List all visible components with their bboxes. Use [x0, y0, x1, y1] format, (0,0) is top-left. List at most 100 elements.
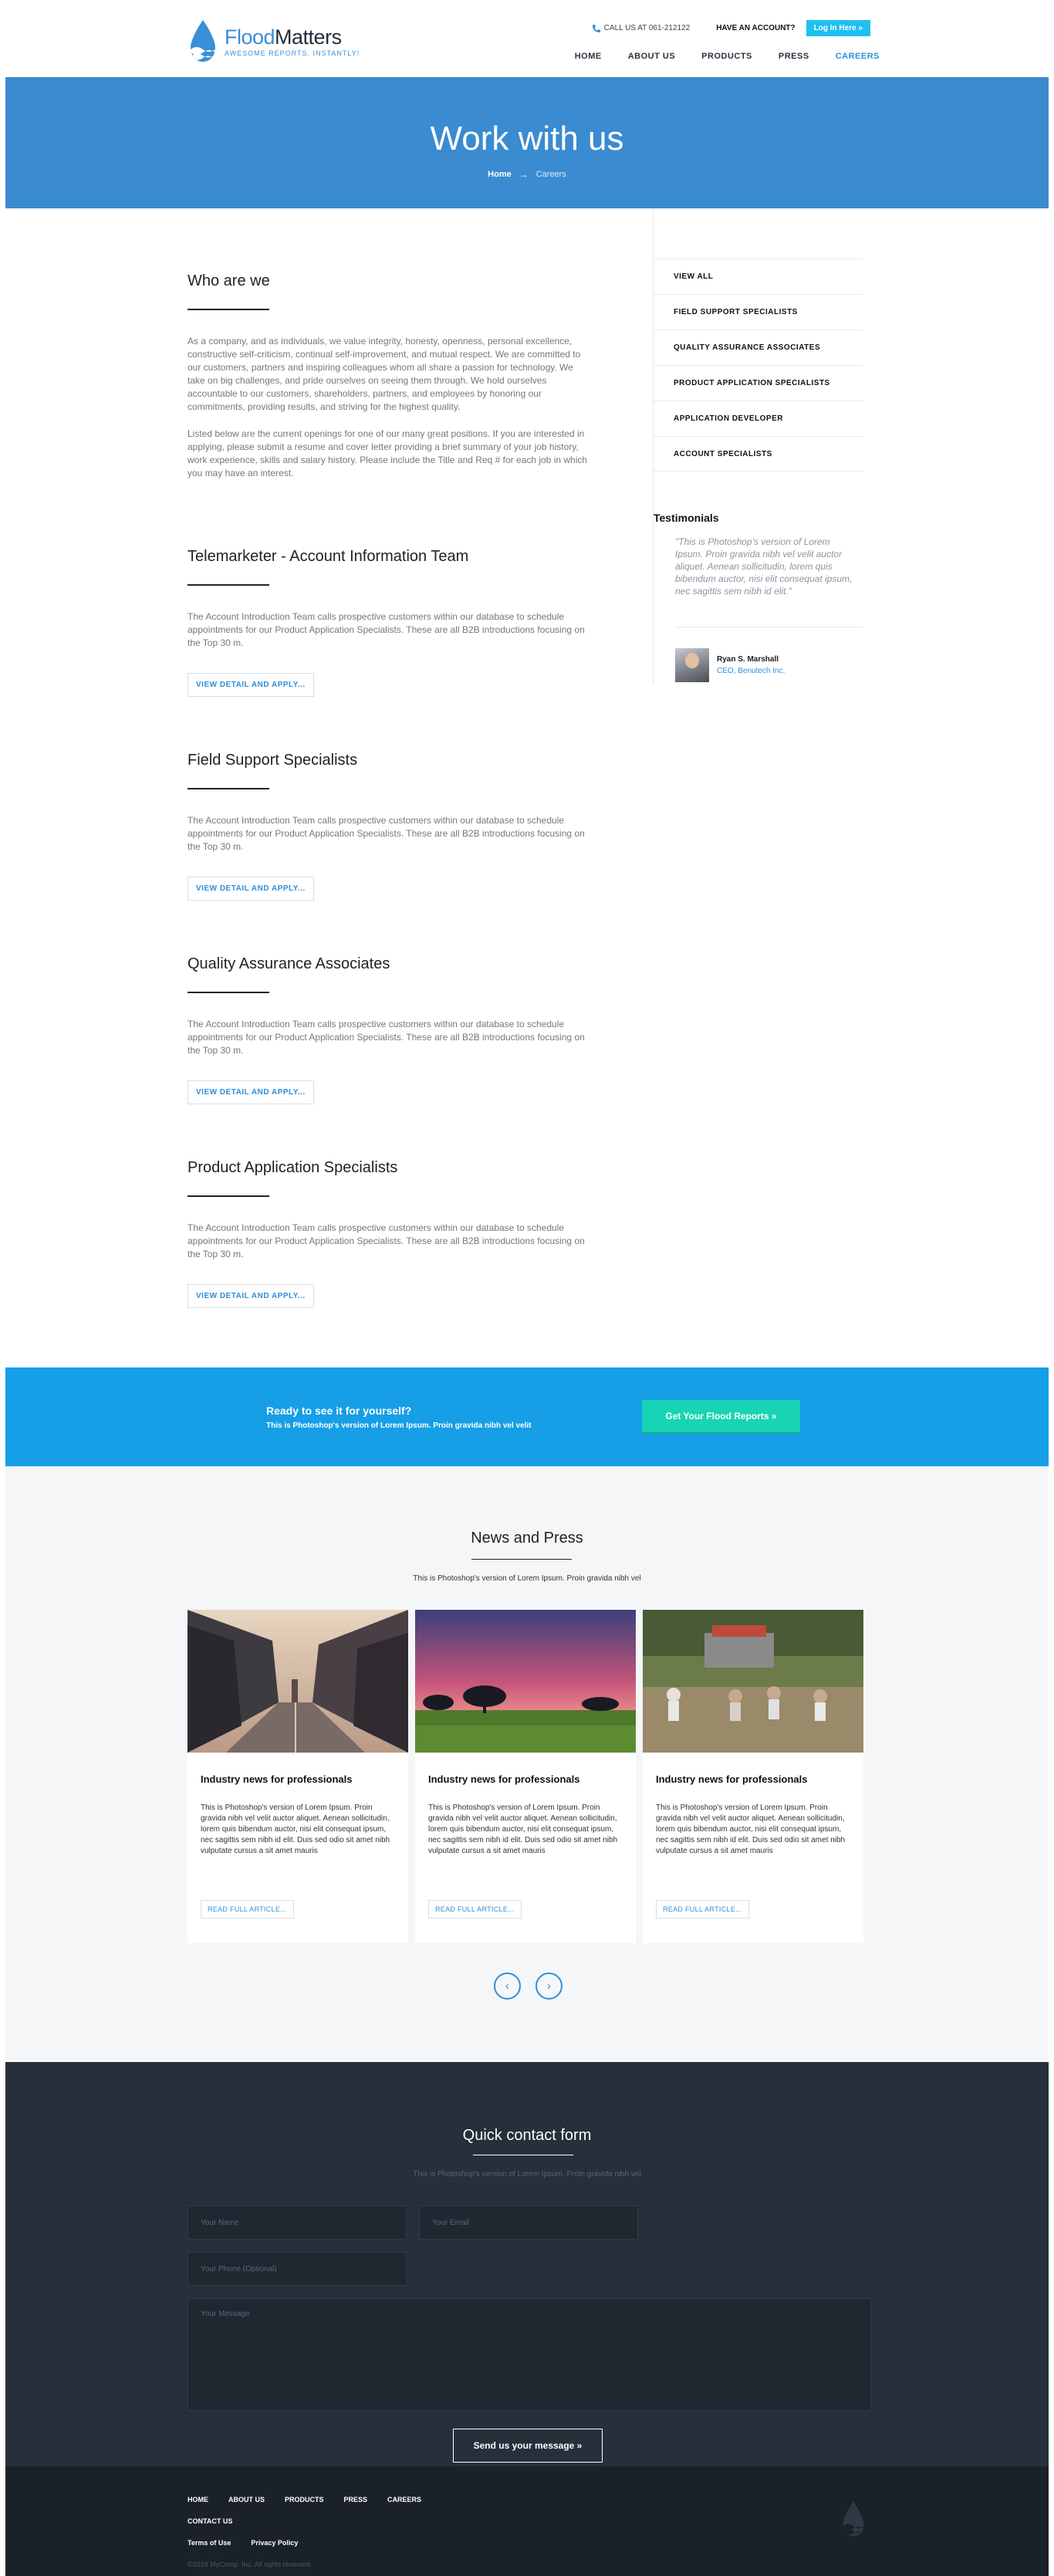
- news-card: Industry news for professionals This is …: [187, 1610, 408, 1943]
- title-divider: [187, 992, 269, 993]
- breadcrumb-current: Careers: [535, 170, 566, 179]
- main-nav: HOME ABOUT US PRODUCTS PRESS CAREERS: [549, 52, 880, 61]
- news-subtitle: This is Photoshop's version of Lorem Ips…: [413, 1574, 641, 1583]
- brand-tagline: AWESOME REPORTS. INSTANTLY!: [225, 49, 360, 57]
- job-description: The Account Introduction Team calls pros…: [187, 611, 585, 648]
- footer-link-privacy[interactable]: Privacy Policy: [251, 2539, 298, 2547]
- nav-careers[interactable]: CAREERS: [836, 52, 880, 61]
- read-full-article-button[interactable]: READ FULL ARTICLE...: [656, 1900, 749, 1918]
- city-street-image[interactable]: [187, 1610, 408, 1753]
- cta-subtitle: This is Photoshop's version of Lorem Ips…: [266, 1422, 532, 1430]
- news-card: Industry news for professionals This is …: [643, 1610, 863, 1943]
- logo[interactable]: FloodMatters AWESOME REPORTS. INSTANTLY!: [187, 19, 360, 65]
- job-description: The Account Introduction Team calls pros…: [187, 1222, 585, 1259]
- testimonial-author: Ryan S. Marshall CEO, Benutech Inc.: [675, 648, 785, 682]
- sidebar: VIEW ALL FIELD SUPPORT SPECIALISTS QUALI…: [653, 208, 863, 684]
- page-title: Work with us: [430, 120, 624, 157]
- contact-subtitle: This is Photoshop's version of Lorem Ips…: [413, 2170, 641, 2179]
- flood-image[interactable]: [643, 1610, 863, 1753]
- card-title: Industry news for professionals: [201, 1773, 353, 1785]
- view-detail-button[interactable]: VIEW DETAIL AND APPLY...: [187, 1080, 314, 1104]
- card-text: This is Photoshop's version of Lorem Ips…: [656, 1804, 846, 1855]
- contact-title: Quick contact form: [462, 2127, 592, 2144]
- site-header: FloodMatters AWESOME REPORTS. INSTANTLY!…: [0, 0, 1054, 77]
- login-button[interactable]: Log In Here »: [806, 20, 870, 36]
- site-footer: HOME ABOUT US PRODUCTS PRESS CAREERS CON…: [5, 2466, 1049, 2576]
- section-title: Who are we: [187, 272, 270, 289]
- card-text: This is Photoshop's version of Lorem Ips…: [201, 1804, 390, 1855]
- author-role[interactable]: CEO, Benutech Inc.: [717, 667, 785, 675]
- job-title: Field Support Specialists: [187, 752, 358, 769]
- breadcrumb-home[interactable]: Home: [488, 170, 512, 179]
- category-account-specialists[interactable]: ACCOUNT SPECIALISTS: [654, 436, 863, 472]
- view-detail-button[interactable]: VIEW DETAIL AND APPLY...: [187, 1284, 314, 1308]
- job-description: The Account Introduction Team calls pros…: [187, 1019, 585, 1056]
- view-detail-button[interactable]: VIEW DETAIL AND APPLY...: [187, 673, 314, 697]
- job-listing: Product Application Specialists The Acco…: [187, 1159, 589, 1308]
- testimonial-quote: "This is Photoshop's version of Lorem Ip…: [675, 536, 853, 597]
- read-full-article-button[interactable]: READ FULL ARTICLE...: [428, 1900, 522, 1918]
- job-listing: Field Support Specialists The Account In…: [187, 752, 589, 901]
- have-account-link[interactable]: HAVE AN ACCOUNT?: [716, 24, 795, 32]
- nav-home[interactable]: HOME: [575, 52, 602, 61]
- category-application-developer[interactable]: APPLICATION DEVELOPER: [654, 401, 863, 436]
- send-message-button[interactable]: Send us your message »: [453, 2429, 603, 2463]
- job-listing: Quality Assurance Associates The Account…: [187, 955, 589, 1104]
- testimonials-title: Testimonials: [654, 512, 719, 524]
- footer-link-press[interactable]: PRESS: [344, 2496, 368, 2503]
- message-input[interactable]: Your Message: [187, 2298, 871, 2411]
- page-hero: Work with us Home → Careers: [5, 77, 1049, 208]
- news-cards: Industry news for professionals This is …: [187, 1610, 870, 1943]
- category-quality-assurance[interactable]: QUALITY ASSURANCE ASSOCIATES: [654, 330, 863, 365]
- cta-banner: Ready to see it for yourself? This is Ph…: [5, 1367, 1049, 1466]
- careers-page: FloodMatters AWESOME REPORTS. INSTANTLY!…: [0, 0, 1054, 2576]
- title-divider: [187, 788, 269, 789]
- phone-icon: [592, 24, 600, 32]
- footer-link-terms[interactable]: Terms of Use: [187, 2539, 231, 2547]
- arrow-right-icon: →: [519, 169, 529, 180]
- top-bar: CALL US AT 061-212122 HAVE AN ACCOUNT? L…: [592, 20, 870, 36]
- avatar: [675, 648, 709, 682]
- footer-link-careers[interactable]: CAREERS: [387, 2496, 421, 2503]
- category-product-application[interactable]: PRODUCT APPLICATION SPECIALISTS: [654, 365, 863, 401]
- email-input[interactable]: Your Email: [419, 2206, 638, 2240]
- view-detail-button[interactable]: VIEW DETAIL AND APPLY...: [187, 877, 314, 901]
- job-description: The Account Introduction Team calls pros…: [187, 815, 585, 852]
- footer-drop-logo-icon: [843, 2501, 864, 2537]
- who-we-are-section: Who are we As a company, and as individu…: [187, 272, 589, 480]
- call-us[interactable]: CALL US AT 061-212122: [592, 24, 690, 33]
- phone-input[interactable]: Your Phone (Optional): [187, 2252, 407, 2286]
- news-title: News and Press: [471, 1530, 583, 1547]
- sunset-field-image[interactable]: [415, 1610, 636, 1753]
- name-input[interactable]: Your Name: [187, 2206, 407, 2240]
- title-divider: [187, 309, 269, 310]
- job-title: Telemarketer - Account Information Team: [187, 548, 469, 565]
- footer-link-about-us[interactable]: ABOUT US: [228, 2496, 265, 2503]
- job-title: Quality Assurance Associates: [187, 955, 390, 972]
- get-flood-reports-button[interactable]: Get Your Flood Reports »: [642, 1400, 800, 1432]
- chevron-left-icon[interactable]: ‹: [494, 1973, 521, 2000]
- footer-links: HOME ABOUT US PRODUCTS PRESS CAREERS CON…: [187, 2496, 728, 2561]
- nav-products[interactable]: PRODUCTS: [701, 52, 752, 61]
- brand-name: FloodMatters: [225, 25, 342, 49]
- job-listing: Telemarketer - Account Information Team …: [187, 548, 589, 697]
- job-title: Product Application Specialists: [187, 1159, 398, 1176]
- footer-link-home[interactable]: HOME: [187, 2496, 208, 2503]
- read-full-article-button[interactable]: READ FULL ARTICLE...: [201, 1900, 294, 1918]
- title-divider: [187, 584, 269, 586]
- chevron-right-icon[interactable]: ›: [535, 1973, 562, 2000]
- category-view-all[interactable]: VIEW ALL: [654, 259, 863, 294]
- title-divider: [471, 1559, 572, 1560]
- footer-link-products[interactable]: PRODUCTS: [285, 2496, 324, 2503]
- card-title: Industry news for professionals: [428, 1773, 580, 1785]
- nav-about-us[interactable]: ABOUT US: [628, 52, 675, 61]
- footer-link-contact-us[interactable]: CONTACT US: [187, 2517, 232, 2525]
- news-pager: ‹ ›: [494, 1973, 577, 2000]
- category-field-support[interactable]: FIELD SUPPORT SPECIALISTS: [654, 294, 863, 330]
- nav-press[interactable]: PRESS: [779, 52, 809, 61]
- who-paragraph-2: Listed below are the current openings fo…: [187, 428, 588, 478]
- water-drop-icon: [191, 20, 215, 62]
- job-categories: VIEW ALL FIELD SUPPORT SPECIALISTS QUALI…: [654, 259, 863, 472]
- who-paragraph-1: As a company, and as individuals, we val…: [187, 336, 581, 412]
- cta-title: Ready to see it for yourself?: [266, 1405, 412, 1417]
